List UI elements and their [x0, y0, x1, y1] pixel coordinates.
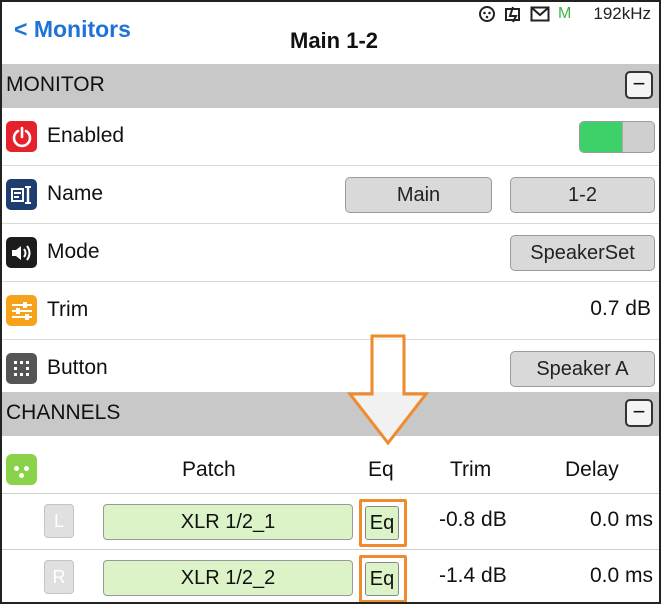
- power-plug-icon: [479, 6, 496, 22]
- table-row: R XLR 1/2_2 Eq -1.4 dB 0.0 ms: [2, 550, 659, 602]
- name-label: Name: [47, 182, 104, 205]
- label-tag-icon: [6, 179, 37, 210]
- channels-table-header: Patch Eq Trim Delay: [2, 448, 659, 494]
- collapse-channels-button[interactable]: −: [625, 399, 653, 427]
- app-window: < Monitors Main 1-2 M 192kHz MONITOR − E…: [0, 0, 661, 604]
- eq-button[interactable]: Eq: [365, 506, 399, 540]
- column-header-eq: Eq: [368, 458, 394, 481]
- collapse-monitor-button[interactable]: −: [625, 71, 653, 99]
- patch-select[interactable]: XLR 1/2_2: [103, 560, 353, 596]
- channel-trim-value[interactable]: -1.4 dB: [439, 564, 507, 588]
- mode-row: Mode SpeakerSet: [2, 224, 659, 282]
- trim-label: Trim: [47, 298, 89, 321]
- annotation-down-arrow-icon: [347, 334, 429, 446]
- speaker-icon: [6, 237, 37, 268]
- toggle-knob: [622, 122, 654, 152]
- enabled-row: Enabled: [2, 108, 659, 166]
- split-icon: [505, 6, 521, 23]
- channels-section-header: CHANNELS −: [2, 392, 659, 436]
- toggle-on-fill: [580, 122, 624, 152]
- patch-select[interactable]: XLR 1/2_1: [103, 504, 353, 540]
- back-button[interactable]: < Monitors: [14, 16, 131, 43]
- column-header-trim: Trim: [450, 458, 492, 481]
- power-icon: [6, 121, 37, 152]
- m-indicator: M: [558, 5, 572, 22]
- channel-delay-value[interactable]: 0.0 ms: [590, 508, 653, 532]
- column-header-patch: Patch: [182, 458, 236, 481]
- channel-select-button[interactable]: L: [44, 504, 74, 538]
- nav-header: < Monitors Main 1-2 M 192kHz: [2, 2, 659, 64]
- table-row: L XLR 1/2_1 Eq -0.8 dB 0.0 ms: [2, 494, 659, 550]
- trim-value[interactable]: 0.7 dB: [590, 297, 651, 321]
- name-row: Name Main 1-2: [2, 166, 659, 224]
- channel-trim-value[interactable]: -0.8 dB: [439, 508, 507, 532]
- section-title: MONITOR: [6, 73, 105, 96]
- sliders-icon: [6, 295, 37, 326]
- name-field-main[interactable]: Main: [345, 177, 492, 213]
- section-title: CHANNELS: [6, 401, 121, 424]
- trim-row: Trim 0.7 dB: [2, 282, 659, 340]
- mode-label: Mode: [47, 240, 100, 263]
- column-header-delay: Delay: [565, 458, 619, 481]
- status-bar: M 192kHz: [478, 4, 651, 24]
- page-title: Main 1-2: [290, 28, 379, 53]
- channel-select-button[interactable]: R: [44, 560, 74, 594]
- enabled-label: Enabled: [47, 124, 125, 147]
- mode-select[interactable]: SpeakerSet: [510, 235, 655, 271]
- mail-icon: [530, 6, 550, 22]
- eq-button[interactable]: Eq: [365, 562, 399, 596]
- button-assign-select[interactable]: Speaker A: [510, 351, 655, 387]
- xlr-connector-icon: [6, 454, 37, 485]
- monitor-section-header: MONITOR −: [2, 64, 659, 108]
- sample-rate: 192kHz: [593, 4, 651, 23]
- enabled-toggle[interactable]: [579, 121, 655, 153]
- name-field-suffix[interactable]: 1-2: [510, 177, 655, 213]
- button-label: Button: [47, 356, 108, 379]
- button-row: Button Speaker A: [2, 340, 659, 398]
- keypad-grid-icon: [6, 353, 37, 384]
- channel-delay-value[interactable]: 0.0 ms: [590, 564, 653, 588]
